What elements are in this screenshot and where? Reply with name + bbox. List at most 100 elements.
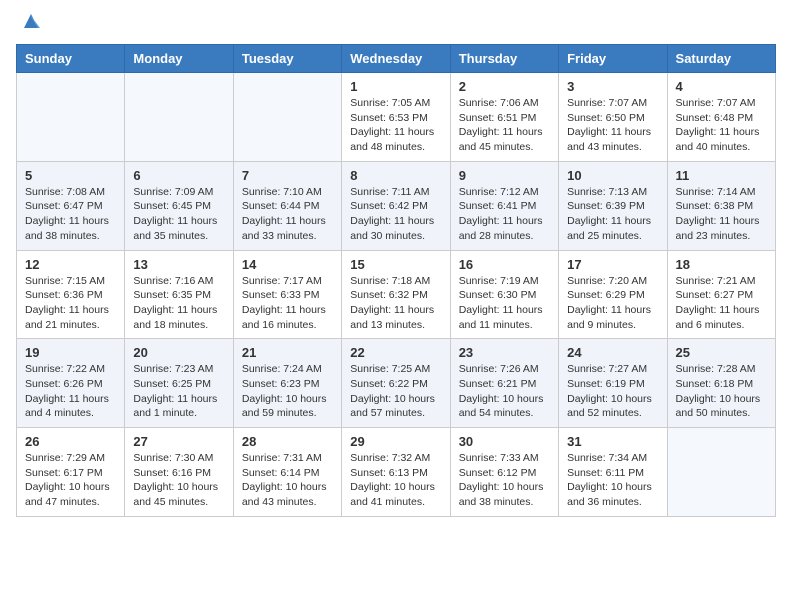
weekday-header-thursday: Thursday	[450, 45, 558, 73]
day-info: Sunrise: 7:25 AM Sunset: 6:22 PM Dayligh…	[350, 363, 435, 419]
day-number: 27	[133, 434, 224, 449]
day-info: Sunrise: 7:28 AM Sunset: 6:18 PM Dayligh…	[676, 363, 761, 419]
calendar-cell: 22 Sunrise: 7:25 AM Sunset: 6:22 PM Dayli…	[342, 339, 450, 428]
day-info: Sunrise: 7:13 AM Sunset: 6:39 PM Dayligh…	[567, 186, 651, 242]
calendar-cell: 20 Sunrise: 7:23 AM Sunset: 6:25 PM Dayli…	[125, 339, 233, 428]
logo	[16, 16, 42, 32]
calendar-cell: 7Sunrise: 7:10 AM Sunset: 6:44 PM Daylig…	[233, 161, 341, 250]
weekday-header-friday: Friday	[559, 45, 667, 73]
calendar-cell: 19 Sunrise: 7:22 AM Sunset: 6:26 PM Dayli…	[17, 339, 125, 428]
day-number: 5	[25, 168, 116, 183]
day-info: Sunrise: 7:34 AM Sunset: 6:11 PM Dayligh…	[567, 452, 652, 508]
day-info: Sunrise: 7:33 AM Sunset: 6:12 PM Dayligh…	[459, 452, 544, 508]
day-number: 18	[676, 257, 767, 272]
calendar-cell: 21 Sunrise: 7:24 AM Sunset: 6:23 PM Dayli…	[233, 339, 341, 428]
calendar-cell: 4Sunrise: 7:07 AM Sunset: 6:48 PM Daylig…	[667, 73, 775, 162]
day-info: Sunrise: 7:09 AM Sunset: 6:45 PM Dayligh…	[133, 186, 217, 242]
day-info: Sunrise: 7:17 AM Sunset: 6:33 PM Dayligh…	[242, 275, 326, 331]
day-info: Sunrise: 7:16 AM Sunset: 6:35 PM Dayligh…	[133, 275, 217, 331]
page-header	[16, 16, 776, 32]
day-number: 26	[25, 434, 116, 449]
day-info: Sunrise: 7:29 AM Sunset: 6:17 PM Dayligh…	[25, 452, 110, 508]
weekday-header-wednesday: Wednesday	[342, 45, 450, 73]
weekday-header-row: SundayMondayTuesdayWednesdayThursdayFrid…	[17, 45, 776, 73]
day-number: 25	[676, 345, 767, 360]
calendar-cell: 27 Sunrise: 7:30 AM Sunset: 6:16 PM Dayli…	[125, 428, 233, 517]
calendar-cell: 24Sunrise: 7:27 AM Sunset: 6:19 PM Dayli…	[559, 339, 667, 428]
day-info: Sunrise: 7:06 AM Sunset: 6:51 PM Dayligh…	[459, 97, 543, 153]
calendar-cell: 5 Sunrise: 7:08 AM Sunset: 6:47 PM Daylig…	[17, 161, 125, 250]
calendar-cell: 28 Sunrise: 7:31 AM Sunset: 6:14 PM Dayli…	[233, 428, 341, 517]
day-number: 13	[133, 257, 224, 272]
calendar-cell: 2 Sunrise: 7:06 AM Sunset: 6:51 PM Daylig…	[450, 73, 558, 162]
day-number: 28	[242, 434, 333, 449]
day-info: Sunrise: 7:19 AM Sunset: 6:30 PM Dayligh…	[459, 275, 543, 331]
day-info: Sunrise: 7:31 AM Sunset: 6:14 PM Dayligh…	[242, 452, 327, 508]
day-number: 3	[567, 79, 658, 94]
calendar-cell: 9 Sunrise: 7:12 AM Sunset: 6:41 PM Daylig…	[450, 161, 558, 250]
day-info: Sunrise: 7:22 AM Sunset: 6:26 PM Dayligh…	[25, 363, 109, 419]
calendar-cell: 1 Sunrise: 7:05 AM Sunset: 6:53 PM Daylig…	[342, 73, 450, 162]
calendar-table: SundayMondayTuesdayWednesdayThursdayFrid…	[16, 44, 776, 517]
day-number: 29	[350, 434, 441, 449]
day-number: 8	[350, 168, 441, 183]
day-info: Sunrise: 7:32 AM Sunset: 6:13 PM Dayligh…	[350, 452, 435, 508]
calendar-cell: 11 Sunrise: 7:14 AM Sunset: 6:38 PM Dayli…	[667, 161, 775, 250]
day-number: 4	[676, 79, 767, 94]
day-info: Sunrise: 7:11 AM Sunset: 6:42 PM Dayligh…	[350, 186, 434, 242]
day-number: 12	[25, 257, 116, 272]
day-number: 20	[133, 345, 224, 360]
calendar-cell: 23 Sunrise: 7:26 AM Sunset: 6:21 PM Dayli…	[450, 339, 558, 428]
day-info: Sunrise: 7:12 AM Sunset: 6:41 PM Dayligh…	[459, 186, 543, 242]
calendar-cell: 29 Sunrise: 7:32 AM Sunset: 6:13 PM Dayli…	[342, 428, 450, 517]
calendar-cell: 16Sunrise: 7:19 AM Sunset: 6:30 PM Dayli…	[450, 250, 558, 339]
calendar-cell	[233, 73, 341, 162]
calendar-cell	[17, 73, 125, 162]
day-number: 24	[567, 345, 658, 360]
day-number: 17	[567, 257, 658, 272]
weekday-header-tuesday: Tuesday	[233, 45, 341, 73]
day-number: 30	[459, 434, 550, 449]
day-number: 23	[459, 345, 550, 360]
calendar-cell: 30 Sunrise: 7:33 AM Sunset: 6:12 PM Dayli…	[450, 428, 558, 517]
day-info: Sunrise: 7:26 AM Sunset: 6:21 PM Dayligh…	[459, 363, 544, 419]
day-info: Sunrise: 7:10 AM Sunset: 6:44 PM Dayligh…	[242, 186, 326, 242]
day-number: 9	[459, 168, 550, 183]
calendar-cell: 3 Sunrise: 7:07 AM Sunset: 6:50 PM Daylig…	[559, 73, 667, 162]
day-number: 19	[25, 345, 116, 360]
day-info: Sunrise: 7:18 AM Sunset: 6:32 PM Dayligh…	[350, 275, 434, 331]
day-info: Sunrise: 7:15 AM Sunset: 6:36 PM Dayligh…	[25, 275, 109, 331]
week-row-1: 1 Sunrise: 7:05 AM Sunset: 6:53 PM Daylig…	[17, 73, 776, 162]
calendar-cell: 10Sunrise: 7:13 AM Sunset: 6:39 PM Dayli…	[559, 161, 667, 250]
day-number: 1	[350, 79, 441, 94]
day-info: Sunrise: 7:23 AM Sunset: 6:25 PM Dayligh…	[133, 363, 217, 419]
day-info: Sunrise: 7:07 AM Sunset: 6:50 PM Dayligh…	[567, 97, 651, 153]
calendar-cell	[667, 428, 775, 517]
week-row-5: 26 Sunrise: 7:29 AM Sunset: 6:17 PM Dayli…	[17, 428, 776, 517]
day-info: Sunrise: 7:14 AM Sunset: 6:38 PM Dayligh…	[676, 186, 760, 242]
calendar-cell: 14Sunrise: 7:17 AM Sunset: 6:33 PM Dayli…	[233, 250, 341, 339]
calendar-cell: 6 Sunrise: 7:09 AM Sunset: 6:45 PM Daylig…	[125, 161, 233, 250]
day-number: 31	[567, 434, 658, 449]
day-number: 6	[133, 168, 224, 183]
day-info: Sunrise: 7:08 AM Sunset: 6:47 PM Dayligh…	[25, 186, 109, 242]
calendar-cell: 15Sunrise: 7:18 AM Sunset: 6:32 PM Dayli…	[342, 250, 450, 339]
day-info: Sunrise: 7:30 AM Sunset: 6:16 PM Dayligh…	[133, 452, 218, 508]
day-number: 21	[242, 345, 333, 360]
day-number: 22	[350, 345, 441, 360]
calendar-cell: 31 Sunrise: 7:34 AM Sunset: 6:11 PM Dayli…	[559, 428, 667, 517]
calendar-cell: 17Sunrise: 7:20 AM Sunset: 6:29 PM Dayli…	[559, 250, 667, 339]
day-info: Sunrise: 7:24 AM Sunset: 6:23 PM Dayligh…	[242, 363, 327, 419]
logo-icon	[20, 10, 42, 32]
calendar-cell: 8 Sunrise: 7:11 AM Sunset: 6:42 PM Daylig…	[342, 161, 450, 250]
calendar-cell: 25 Sunrise: 7:28 AM Sunset: 6:18 PM Dayli…	[667, 339, 775, 428]
weekday-header-monday: Monday	[125, 45, 233, 73]
calendar-cell: 12 Sunrise: 7:15 AM Sunset: 6:36 PM Dayli…	[17, 250, 125, 339]
week-row-3: 12 Sunrise: 7:15 AM Sunset: 6:36 PM Dayli…	[17, 250, 776, 339]
day-info: Sunrise: 7:05 AM Sunset: 6:53 PM Dayligh…	[350, 97, 434, 153]
day-number: 2	[459, 79, 550, 94]
calendar-cell	[125, 73, 233, 162]
day-info: Sunrise: 7:21 AM Sunset: 6:27 PM Dayligh…	[676, 275, 760, 331]
weekday-header-sunday: Sunday	[17, 45, 125, 73]
day-number: 11	[676, 168, 767, 183]
